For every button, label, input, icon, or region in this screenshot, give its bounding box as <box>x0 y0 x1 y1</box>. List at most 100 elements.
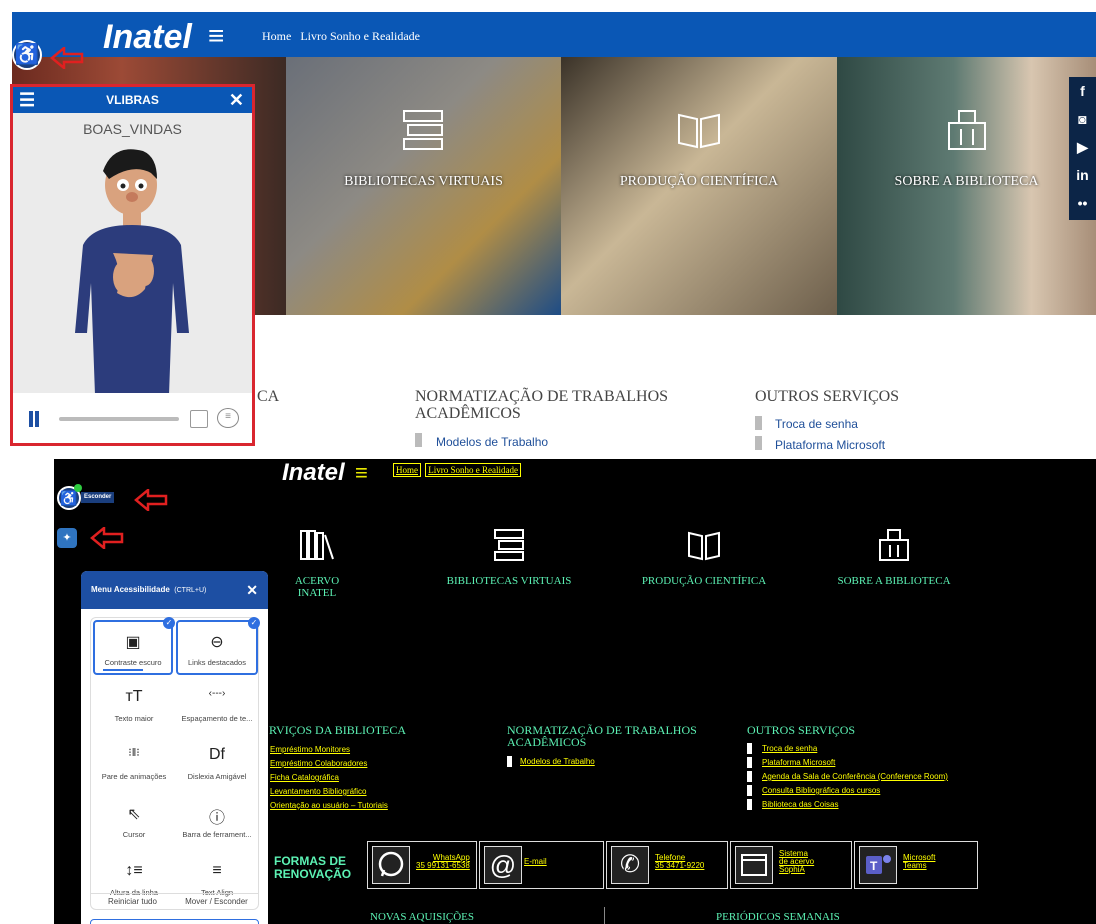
social-bar: f ◙ ▶ in •• <box>1069 77 1096 220</box>
partial-heading: CA <box>257 388 280 405</box>
tile-producao[interactable]: PRODUÇÃO CIENTÍFICA <box>639 527 769 587</box>
link-emprestimo-monitores[interactable]: Empréstimo Monitores <box>270 745 350 754</box>
vlibras-header: ☰ VLIBRAS ✕ <box>13 87 252 113</box>
nav-home[interactable]: Home <box>262 29 291 43</box>
menu-icon[interactable]: ≡ <box>208 22 224 50</box>
chat-icon[interactable]: ≡ <box>217 408 239 428</box>
reset-all-button[interactable]: Reiniciar tudo <box>91 897 174 906</box>
outros-title: OUTROS SERVIÇOS <box>747 723 856 737</box>
link-agenda-sala[interactable]: Agenda da Sala de Conferência (Conferenc… <box>762 772 948 781</box>
periodicos-title: PERIÓDICOS SEMANAIS <box>716 911 840 923</box>
link-modelos-trabalho[interactable]: Modelos de Trabalho <box>520 757 595 766</box>
link-plataforma-microsoft[interactable]: Plataforma Microsoft <box>775 438 885 452</box>
list-bullet <box>747 743 752 754</box>
facebook-icon[interactable]: f <box>1069 77 1096 105</box>
nav-home[interactable]: Home <box>393 463 421 477</box>
instagram-icon[interactable]: ◙ <box>1069 105 1096 133</box>
option-links-destacados[interactable]: ✓ ⊖ Links destacados <box>176 617 260 675</box>
link-biblioteca-coisas[interactable]: Biblioteca das Coisas <box>762 800 838 809</box>
list-bullet <box>755 416 762 430</box>
subtitle-toggle[interactable] <box>190 410 208 428</box>
whatsapp-icon <box>372 846 410 884</box>
brand-logo[interactable]: Inatel <box>282 459 345 487</box>
red-arrow-icon <box>90 527 124 549</box>
accessibility-menu-shortcut: (CTRL+U) <box>174 587 207 594</box>
option-label: Links destacados <box>188 658 246 667</box>
link-troca-senha[interactable]: Troca de senha <box>775 417 858 431</box>
top-nav: Home Livro Sonho e Realidade <box>393 463 523 477</box>
tile-bibliotecas[interactable]: BIBLIOTECAS VIRTUAIS <box>286 57 561 315</box>
vlibras-title: VLIBRAS <box>106 93 159 107</box>
svg-text:T: T <box>870 859 878 873</box>
option-contraste-escuro[interactable]: ✓ ▣ Contraste escuro <box>93 617 175 675</box>
tile-sobre[interactable]: SOBRE A BIBLIOTECA <box>829 527 959 587</box>
link-orientacao[interactable]: Orientação ao usuário – Tutoriais <box>270 801 388 810</box>
tile-producao[interactable]: PRODUÇÃO CIENTÍFICA <box>561 57 837 315</box>
normatizacao-title-2: ACADÊMICOS <box>415 405 521 422</box>
bookshelf-icon <box>300 530 334 560</box>
link-icon: ⊖ <box>210 634 224 651</box>
menu-bottom-button[interactable] <box>90 919 259 924</box>
phone-label: Telefone 35 3471-9220 <box>655 853 705 870</box>
link-plataforma-microsoft[interactable]: Plataforma Microsoft <box>762 758 835 767</box>
servicos-title: RVIÇOS DA BIBLIOTECA <box>269 723 407 737</box>
close-icon[interactable]: ✕ <box>229 87 244 113</box>
youtube-icon[interactable]: ▶ <box>1069 133 1096 161</box>
tile-acervo[interactable]: ACERVO INATEL <box>277 527 357 599</box>
option-label: Dislexia Amigável <box>187 772 247 781</box>
renovacao-sophia[interactable]: Sistema de acervo SophiA <box>730 841 852 889</box>
top-nav: Home Livro Sonho e Realidade <box>262 29 426 44</box>
tile-label: BIBLIOTECAS VIRTUAIS <box>446 575 572 587</box>
renovacao-teams[interactable]: T Microsoft Teams <box>854 841 978 889</box>
tile-bibliotecas[interactable]: BIBLIOTECAS VIRTUAIS <box>444 527 574 587</box>
link-emprestimo-colaboradores[interactable]: Empréstimo Colaboradores <box>270 759 367 768</box>
accessibility-icon[interactable]: ♿ <box>12 40 42 70</box>
normatizacao-title-1: NORMATIZAÇÃO DE TRABALHOS <box>415 388 669 405</box>
renovacao-email[interactable]: @ E-mail <box>479 841 604 889</box>
vlibras-menu-icon[interactable]: ☰ <box>19 87 35 113</box>
hide-label[interactable]: Esconder <box>81 492 115 503</box>
option-cursor[interactable]: ⇖ Cursor <box>93 794 175 849</box>
option-pare-animacoes[interactable]: ⁝‖⁝ Pare de animações <box>93 736 175 791</box>
accessibility-options-grid: ✓ ▣ Contraste escuro ✓ ⊖ Links destacado… <box>90 617 260 910</box>
tile-label: PRODUÇÃO CIENTÍFICA <box>641 575 767 587</box>
pause-icon[interactable] <box>29 411 33 427</box>
list-bullet <box>415 433 422 447</box>
link-levantamento[interactable]: Levantamento Bibliográfico <box>270 787 367 796</box>
widget-icon[interactable]: ✦ <box>57 528 77 548</box>
list-bullet <box>507 756 512 767</box>
option-texto-maior[interactable]: тT Texto maior <box>93 678 175 733</box>
tile-sobre[interactable]: SOBRE A BIBLIOTECA <box>837 57 1096 315</box>
accessibility-menu: Menu Acessibilidade (CTRL+U) ✕ ✓ ▣ Contr… <box>81 571 268 924</box>
nav-livro[interactable]: Livro Sonho e Realidade <box>425 463 521 477</box>
vlibras-controls: ≡ <box>13 393 252 443</box>
option-barra-ferramentas[interactable]: ⓘ Barra de ferrament... <box>176 794 258 849</box>
list-bullet <box>747 771 752 782</box>
link-troca-senha[interactable]: Troca de senha <box>762 744 817 753</box>
close-icon[interactable]: ✕ <box>246 571 258 609</box>
nav-livro[interactable]: Livro Sonho e Realidade <box>300 29 420 43</box>
pause-animation-icon: ⁝‖⁝ <box>128 747 140 759</box>
flickr-icon[interactable]: •• <box>1069 189 1096 217</box>
option-label: Texto maior <box>114 714 154 723</box>
renovacao-whatsapp[interactable]: WhatsApp 35 99131-6538 <box>367 841 477 889</box>
library-building-icon <box>879 529 909 561</box>
formas-title: FORMAS DE RENOVAÇÃO <box>274 854 352 881</box>
accessibility-menu-title: Menu Acessibilidade <box>91 585 170 594</box>
move-hide-button[interactable]: Mover / Esconder <box>175 897 258 906</box>
brand-logo[interactable]: Inatel <box>103 18 192 57</box>
progress-slider[interactable] <box>59 417 179 421</box>
option-espacamento[interactable]: ‹---› Espaçamento de te... <box>176 678 258 733</box>
menu-icon[interactable]: ≡ <box>355 462 368 484</box>
link-consulta-bibliografica[interactable]: Consulta Bibliográfica dos cursos <box>762 786 880 795</box>
line-height-icon: ↕≡ <box>125 862 143 879</box>
whatsapp-label: WhatsApp 35 99131-6538 <box>416 853 470 870</box>
link-modelos-trabalho[interactable]: Modelos de Trabalho <box>436 435 548 449</box>
option-dislexia[interactable]: Df Dislexia Amigável <box>176 736 258 791</box>
linkedin-icon[interactable]: in <box>1069 161 1096 189</box>
monitor-icon: ▣ <box>125 634 141 651</box>
outros-title: OUTROS SERVIÇOS <box>755 388 900 405</box>
check-icon: ✓ <box>163 617 175 629</box>
renovacao-telefone[interactable]: ✆ Telefone 35 3471-9220 <box>606 841 728 889</box>
link-ficha-catalografica[interactable]: Ficha Catalográfica <box>270 773 339 782</box>
